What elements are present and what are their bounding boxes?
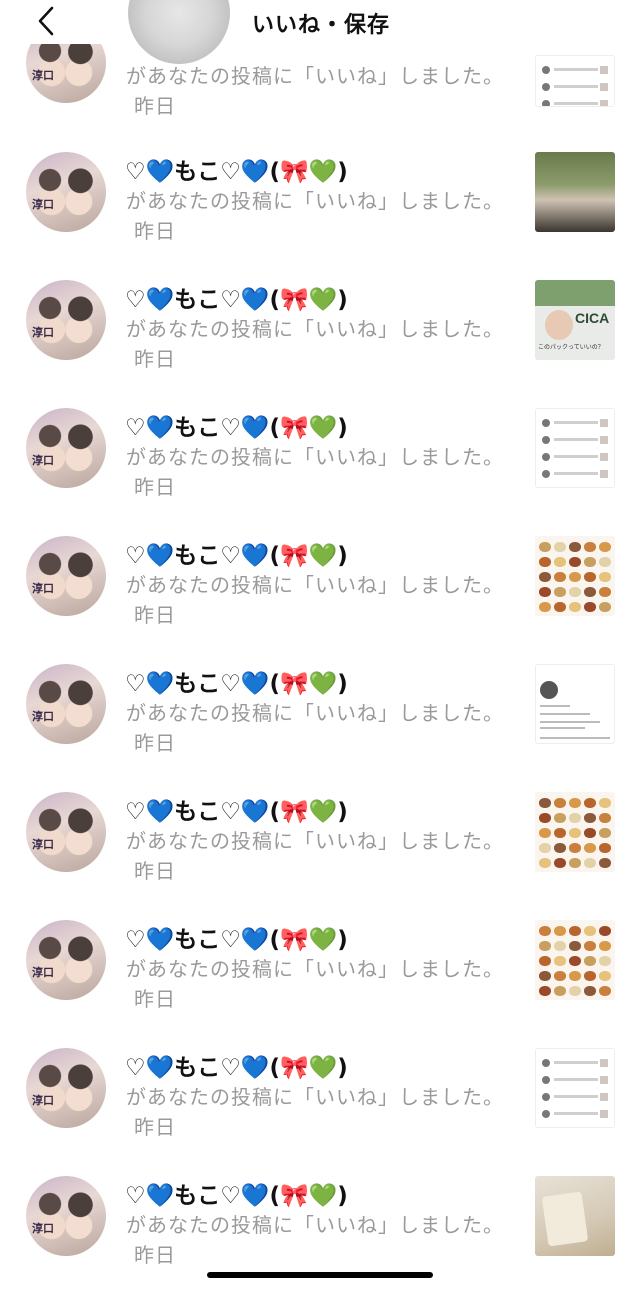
message-text: があなたの投稿に「いいね」しました。 [126,701,504,725]
avatar-tag: 淳口 [32,1094,54,1107]
time-text: 昨日 [134,94,176,118]
notification-message: があなたの投稿に「いいね」しました。昨日 [126,698,506,758]
notification-item[interactable]: 淳口 ♡💙もこ♡💙(🎀💚) があなたの投稿に「いいね」しました。昨日 [0,536,640,664]
post-thumbnail[interactable] [535,1048,615,1128]
post-thumbnail[interactable] [535,152,615,232]
avatar[interactable]: 淳口 [26,1048,106,1128]
user-name[interactable]: ♡💙もこ♡💙(🎀💚) [125,280,348,314]
notification-item[interactable]: 淳口 ♡💙もこ♡💙(🎀💚) があなたの投稿に「いいね」しました。昨日 [0,1048,640,1176]
notification-message: があなたの投稿に「いいね」しました。昨日 [126,61,506,121]
avatar[interactable]: 淳口 [26,152,106,232]
user-name[interactable]: ♡💙もこ♡💙(🎀💚) [125,408,348,442]
avatar[interactable]: 淳口 [26,536,106,616]
notification-message: があなたの投稿に「いいね」しました。昨日 [126,314,506,374]
user-name[interactable]: ♡💙もこ♡💙(🎀💚) [125,1176,348,1210]
chevron-left-icon [38,6,54,36]
thumb-caption: このパックっていいの？ [538,344,604,351]
notification-item[interactable]: 淳口 ♡💙もこ♡💙(🎀💚) があなたの投稿に「いいね」しました。昨日 [0,920,640,1048]
avatar[interactable]: 淳口 [26,664,106,744]
notification-message: があなたの投稿に「いいね」しました。昨日 [126,570,506,630]
avatar-tag: 淳口 [32,966,54,979]
notification-message: があなたの投稿に「いいね」しました。昨日 [126,1082,506,1142]
post-thumbnail[interactable] [535,920,615,1000]
avatar-tag: 淳口 [32,710,54,723]
time-text: 昨日 [134,987,176,1011]
message-text: があなたの投稿に「いいね」しました。 [126,573,504,597]
avatar-tag: 淳口 [32,838,54,851]
user-name[interactable]: ♡💙もこ♡💙(🎀💚) [125,920,348,954]
avatar-tag: 淳口 [32,1222,54,1235]
time-text: 昨日 [134,859,176,883]
message-text: があなたの投稿に「いいね」しました。 [126,957,504,981]
notification-message: があなたの投稿に「いいね」しました。昨日 [126,186,506,246]
user-name[interactable]: ♡💙もこ♡💙(🎀💚) [125,152,348,186]
post-thumbnail[interactable] [535,55,615,107]
notification-message: があなたの投稿に「いいね」しました。昨日 [126,442,506,502]
message-text: があなたの投稿に「いいね」しました。 [126,1213,504,1237]
avatar-tag: 淳口 [32,582,54,595]
time-text: 昨日 [134,731,176,755]
post-thumbnail[interactable] [535,792,615,872]
avatar[interactable]: 淳口 [26,408,106,488]
user-name[interactable]: ♡💙もこ♡💙(🎀💚) [125,664,348,698]
page-title: いいね・保存 [252,13,391,38]
avatar[interactable]: 淳口 [26,792,106,872]
back-button[interactable] [30,4,64,38]
notification-item[interactable]: 淳口 ♡💙もこ♡💙(🎀💚) があなたの投稿に「いいね」しました。昨日 [0,152,640,280]
post-thumbnail[interactable] [535,408,615,488]
message-text: があなたの投稿に「いいね」しました。 [126,445,504,469]
user-name[interactable]: ♡💙もこ♡💙(🎀💚) [125,536,348,570]
notification-message: があなたの投稿に「いいね」しました。昨日 [126,1210,506,1270]
time-text: 昨日 [134,347,176,371]
avatar[interactable]: 淳口 [26,1176,106,1256]
avatar-tag: 淳口 [32,326,54,339]
post-thumbnail[interactable] [535,1176,615,1256]
user-name[interactable]: ♡💙もこ♡💙(🎀💚) [125,792,348,826]
time-text: 昨日 [134,219,176,243]
notification-item[interactable]: 淳口 ♡💙もこ♡💙(🎀💚) があなたの投稿に「いいね」しました。昨日 CICA このパッ… [0,280,640,408]
message-text: があなたの投稿に「いいね」しました。 [126,189,504,213]
time-text: 昨日 [134,475,176,499]
time-text: 昨日 [134,1243,176,1267]
home-indicator [207,1272,433,1278]
message-text: があなたの投稿に「いいね」しました。 [126,64,504,88]
thumb-word: CICA [575,310,610,326]
post-thumbnail[interactable] [535,536,615,616]
avatar[interactable]: 淳口 [26,280,106,360]
notification-message: があなたの投稿に「いいね」しました。昨日 [126,826,506,886]
avatar-tag: 淳口 [32,69,54,82]
user-name[interactable]: ♡💙もこ♡💙(🎀💚) [125,1048,348,1082]
message-text: があなたの投稿に「いいね」しました。 [126,829,504,853]
notification-item[interactable]: 淳口 ♡💙もこ♡💙(🎀💚) があなたの投稿に「いいね」しました。昨日 [0,408,640,536]
notification-item[interactable]: 淳口 ♡💙もこ♡💙(🎀💚) があなたの投稿に「いいね」しました。昨日 [0,792,640,920]
avatar[interactable]: 淳口 [26,920,106,1000]
post-thumbnail[interactable]: CICA このパックっていいの？ [535,280,615,360]
notification-message: があなたの投稿に「いいね」しました。昨日 [126,954,506,1014]
message-text: があなたの投稿に「いいね」しました。 [126,317,504,341]
avatar-tag: 淳口 [32,454,54,467]
time-text: 昨日 [134,603,176,627]
avatar-tag: 淳口 [32,198,54,211]
message-text: があなたの投稿に「いいね」しました。 [126,1085,504,1109]
notification-item[interactable]: 淳口 ♡💙もこ♡💙(🎀💚) があなたの投稿に「いいね」しました。昨日 [0,664,640,792]
post-thumbnail[interactable] [535,664,615,744]
header: いいね・保存 [0,0,640,44]
time-text: 昨日 [134,1115,176,1139]
